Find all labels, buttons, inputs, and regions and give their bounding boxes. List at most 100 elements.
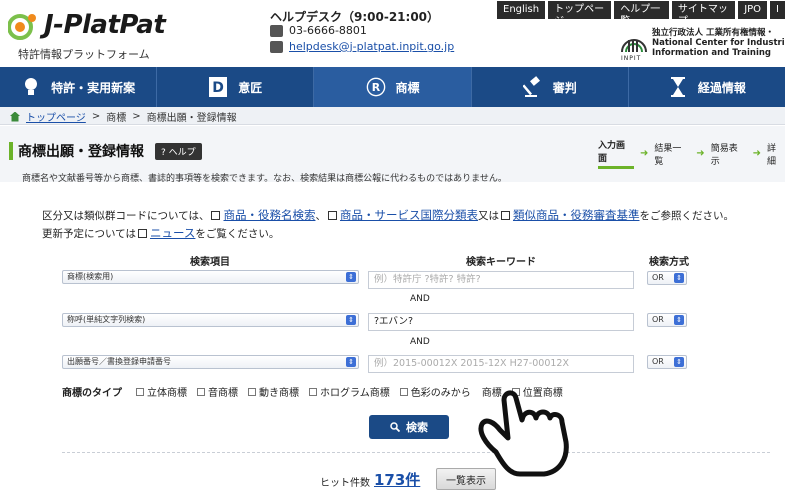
method-select[interactable]: OR ⇕ [647, 313, 687, 327]
checkbox-label: ホログラム商標 [320, 388, 390, 399]
breadcrumb: トップページ > 商標 > 商標出願・登録情報 [10, 109, 237, 124]
external-link-icon [327, 211, 337, 220]
step-simple: 簡易表示 [710, 143, 738, 167]
helpdesk-email-row: helpdesk@j-platpat.inpit.go.jp [270, 40, 454, 53]
link-top-page[interactable]: トップページ [548, 1, 612, 27]
checkbox-box [136, 387, 144, 396]
nav-trial[interactable]: 審判 [472, 67, 629, 107]
step-results: 結果一覧 [654, 143, 682, 167]
nav-trial-label: 審判 [552, 80, 577, 95]
inpit-mark-icon [621, 39, 647, 53]
help-button[interactable]: ? ヘルプ [155, 143, 202, 160]
inpit-line1: 独立行政法人 工業所有権情報・ [652, 28, 774, 38]
link-jpo[interactable]: JPO [738, 1, 768, 19]
method-value: OR [652, 315, 664, 324]
mail-icon [270, 40, 283, 53]
inpit-text: 独立行政法人 工業所有権情報・ National Center for Indu… [652, 28, 785, 58]
select-arrow-icon: ⇕ [346, 315, 356, 325]
search-button-label: 検索 [406, 421, 428, 434]
select-arrow-icon: ⇕ [674, 273, 684, 283]
info-sep: 又は [477, 210, 499, 222]
method-select[interactable]: OR ⇕ [647, 271, 687, 285]
nav-trademark[interactable]: R 商標 [314, 67, 472, 107]
link-sitemap[interactable]: サイトマップ [671, 1, 736, 27]
search-button[interactable]: 検索 [369, 415, 449, 439]
inpit-line3: Information and Training [652, 48, 771, 58]
keyword-input[interactable]: ?エバン? [368, 313, 634, 331]
checkbox-box [197, 387, 205, 396]
breadcrumb-sep: > [91, 111, 101, 122]
inpit-line2: National Center for Industrial Pr [652, 38, 785, 48]
info-line1-prefix: 区分又は類似群コードについては、 [42, 210, 210, 222]
nav-progress-label: 経過情報 [697, 80, 746, 95]
select-arrow-icon: ⇕ [674, 357, 684, 367]
info-line2-prefix: 更新予定については [42, 228, 136, 240]
select-arrow-icon: ⇕ [346, 357, 356, 367]
keyword-input[interactable]: 例）特許庁 ?特許? 特許? [368, 271, 634, 289]
select-arrow-icon: ⇕ [346, 272, 356, 282]
step-arrow-icon: ➜ [639, 148, 649, 159]
hit-count-link[interactable]: 173件 [374, 469, 420, 490]
search-item-select[interactable]: 出願番号／書換登録申請番号 ⇕ [62, 355, 359, 369]
breadcrumb-trademark: 商標 [106, 113, 127, 124]
link-goods-search[interactable]: 商品・役務名検索 [223, 208, 315, 222]
keyword-input[interactable]: 例）2015-00012X 2015-12X H27-00012X [368, 355, 634, 373]
checkbox-label: 動き商標 [259, 388, 299, 399]
link-nice-classification[interactable]: 商品・サービス国際分類表 [340, 208, 478, 222]
col-head-keyword: 検索キーワード [466, 257, 536, 268]
info-text: 区分又は類似群コードについては、 商品・役務名検索、 商品・サービス国際分類表又は 類… [42, 207, 734, 243]
col-head-item: 検索項目 [190, 257, 230, 268]
page-title: 商標出願・登録情報 [18, 144, 144, 160]
home-icon [10, 111, 20, 122]
step-arrow-icon: ➜ [696, 148, 705, 159]
phone-icon [270, 24, 283, 37]
registered-r-icon: R [366, 77, 385, 97]
info-sep: 、 [315, 210, 326, 222]
inpit-logo[interactable]: INPIT 独立行政法人 工業所有権情報・ National Center fo… [620, 28, 785, 64]
checkbox-label: 音商標 [208, 388, 238, 399]
progress-steps: 入力画面 ➜ 結果一覧 ➜ 簡易表示 ➜ 詳細 [598, 138, 785, 169]
checkbox-box [399, 387, 408, 396]
checkbox-hologram[interactable]: ホログラム商標 [309, 384, 390, 399]
col-head-method: 検索方式 [649, 257, 689, 268]
method-select[interactable]: OR ⇕ [647, 355, 687, 369]
link-examination-standards[interactable]: 類似商品・役務審査基準 [513, 208, 640, 222]
step-arrow-icon: ➜ [752, 148, 762, 159]
and-label: AND [410, 337, 430, 347]
site-header: J-PlatPat 特許情報プラットフォーム ヘルプデスク（9:00-21:00… [0, 0, 785, 66]
search-item-select[interactable]: 商標(検索用) ⇕ [62, 270, 359, 284]
hourglass-icon [670, 77, 685, 97]
search-item-select[interactable]: 称呼(単純文字列検索) ⇕ [62, 313, 359, 327]
nav-trademark-label: 商標 [395, 80, 420, 95]
external-link-icon [211, 211, 221, 220]
search-item-value: 商標(検索用) [67, 272, 114, 281]
logo-subtitle: 特許情報プラットフォーム [18, 48, 150, 61]
nav-design-label: 意匠 [238, 80, 263, 95]
trademark-type-label: 商標のタイプ [62, 388, 122, 399]
nav-design[interactable]: D 意匠 [157, 67, 315, 107]
link-news[interactable]: ニュース [150, 226, 195, 240]
nav-progress[interactable]: 経過情報 [629, 67, 785, 107]
checkbox-box [309, 387, 317, 396]
breadcrumb-sep: > [132, 111, 141, 122]
breadcrumb-top[interactable]: トップページ [26, 109, 86, 124]
external-link-icon [500, 211, 510, 220]
info-line1-suffix: をご参照ください。 [639, 210, 734, 222]
breadcrumb-bar: トップページ > 商標 > 商標出願・登録情報 [0, 107, 785, 125]
helpdesk-email-link[interactable]: helpdesk@j-platpat.inpit.go.jp [289, 40, 454, 53]
svg-text:D: D [212, 80, 224, 96]
link-help-list[interactable]: ヘルプ一覧 [614, 1, 669, 27]
helpdesk-phone: 03-6666-8801 [289, 24, 367, 37]
checkbox-3d[interactable]: 立体商標 [136, 384, 187, 399]
jplatpat-logo[interactable]: J-PlatPat 特許情報プラットフォーム [8, 10, 208, 61]
link-english[interactable]: English [497, 1, 546, 19]
nav-patent[interactable]: 特許・実用新案 [0, 67, 158, 107]
hit-count-label: ヒット件数 [320, 478, 370, 489]
top-links: English トップページ ヘルプ一覧 サイトマップ JPO I [497, 1, 785, 27]
external-link-icon [137, 229, 147, 238]
link-inpit[interactable]: I [770, 1, 785, 19]
and-label: AND [410, 294, 430, 304]
checkbox-motion[interactable]: 動き商標 [248, 384, 299, 399]
inpit-label: INPIT [621, 55, 642, 62]
checkbox-sound[interactable]: 音商標 [197, 384, 238, 399]
